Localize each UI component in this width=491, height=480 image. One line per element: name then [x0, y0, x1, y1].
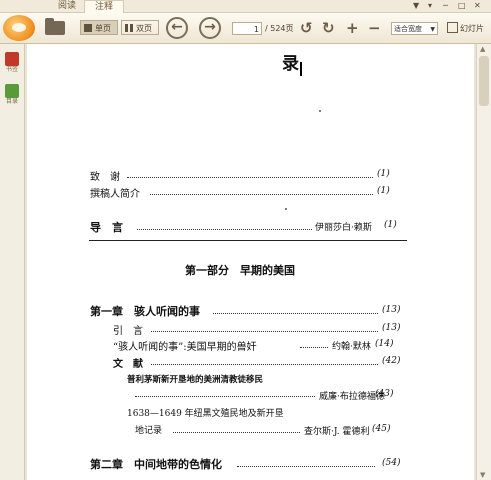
- toc-author: 约翰·默林: [332, 342, 371, 352]
- tab-annotate[interactable]: 注释: [84, 0, 124, 13]
- scan-speck: [319, 110, 321, 112]
- zoom-select-value: 适合宽度: [394, 25, 422, 33]
- sidebar-bookmarks-button[interactable]: 书签: [3, 52, 21, 74]
- toc-page-number: (13): [382, 305, 401, 315]
- rotate-left-icon[interactable]: ↺: [300, 19, 313, 37]
- leader-dots: [237, 466, 375, 467]
- maximize-icon[interactable]: □: [458, 1, 466, 11]
- zoom-select[interactable]: 适合宽度 ▼: [391, 22, 438, 35]
- scrollbar-thumb[interactable]: [479, 56, 489, 106]
- double-page-icon: [125, 24, 133, 32]
- page-title: 录: [282, 54, 299, 74]
- single-page-icon: [84, 24, 92, 32]
- toc-page-number: (1): [377, 186, 390, 196]
- single-page-button[interactable]: 单页: [80, 20, 118, 35]
- slideshow-label: 幻灯片: [460, 24, 484, 33]
- app-logo-icon[interactable]: [3, 15, 35, 41]
- toc-contributors[interactable]: 撰稿人简介: [90, 185, 140, 200]
- toc-page-number: (14): [375, 339, 394, 349]
- leader-dots: [173, 432, 300, 433]
- leader-dots: [150, 194, 373, 195]
- chevron-down-icon: ▼: [430, 26, 435, 33]
- single-page-label: 单页: [95, 24, 111, 33]
- leader-dots: [213, 313, 378, 314]
- rotate-right-icon[interactable]: ↻: [322, 19, 335, 37]
- left-sidebar: 书签 目录: [0, 44, 25, 480]
- leader-dots: [127, 177, 373, 178]
- toc-document[interactable]: 普利茅斯新开垦地的美洲清教徒移民: [127, 373, 263, 385]
- toc-acknowledgements[interactable]: 致 谢: [90, 168, 120, 183]
- skin-icon[interactable]: ▾: [428, 1, 432, 11]
- sidebar-toc-button[interactable]: 目录: [3, 84, 21, 106]
- tab-read[interactable]: 阅读: [52, 0, 82, 12]
- slideshow-button[interactable]: 幻灯片: [447, 22, 484, 35]
- toolbar: 单页 双页 ← → 1 / 524页 ↺ ↻ + − 适合宽度 ▼ 幻灯片: [0, 13, 491, 44]
- menu-dropdown-icon[interactable]: ▼: [413, 1, 419, 11]
- toc-entry[interactable]: 文 献: [113, 355, 143, 370]
- scroll-down-icon[interactable]: ▼: [480, 471, 485, 479]
- toc-document[interactable]: 1638—1649 年纽黑文殖民地及新开垦: [127, 406, 284, 419]
- title-bar: 阅读 注释 ▼ ▾ ─ □ ✕: [0, 0, 491, 13]
- document-page: 录 致 谢 (1) 撰稿人简介 (1) 导 言 伊丽莎白·赖斯 (1) 第一部分…: [27, 44, 474, 480]
- part-title: 第一部分 早期的美国: [185, 264, 295, 277]
- scroll-up-icon[interactable]: ▲: [480, 45, 485, 53]
- sidebar-toc-label: 目录: [5, 98, 18, 105]
- close-icon[interactable]: ✕: [474, 1, 481, 11]
- leader-dots: [137, 229, 312, 230]
- double-page-label: 双页: [136, 24, 152, 33]
- bookmark-icon: [5, 52, 19, 66]
- toc-page-number: (54): [382, 458, 401, 468]
- toc-author: 伊丽莎白·赖斯: [315, 223, 372, 233]
- sidebar-bookmarks-label: 书签: [5, 66, 18, 73]
- toc-page-number: (43): [375, 389, 394, 399]
- scan-speck: [285, 208, 287, 210]
- toc-page-number: (42): [382, 356, 401, 366]
- toc-entry[interactable]: 引 言: [113, 322, 143, 337]
- next-page-button[interactable]: →: [199, 17, 221, 39]
- toc-page-number: (13): [382, 323, 401, 333]
- vertical-scrollbar[interactable]: ▲ ▼: [476, 44, 491, 480]
- toc-icon: [5, 84, 19, 98]
- open-folder-icon[interactable]: [45, 18, 65, 35]
- leader-dots: [151, 364, 378, 365]
- toc-introduction[interactable]: 导 言: [90, 219, 123, 235]
- section-divider: [89, 240, 407, 241]
- previous-page-button[interactable]: ←: [166, 17, 188, 39]
- toc-page-number: (45): [372, 424, 391, 434]
- leader-dots: [135, 396, 315, 397]
- toc-entry[interactable]: “骇人听闻的事”:美国早期的兽奸: [113, 338, 257, 353]
- text-cursor: [300, 62, 302, 76]
- leader-dots: [151, 331, 378, 332]
- slideshow-icon: [447, 22, 458, 33]
- toc-document-continued: 地记录: [135, 426, 163, 436]
- page-number-input[interactable]: 1: [232, 22, 262, 35]
- zoom-in-icon[interactable]: +: [346, 19, 359, 37]
- zoom-out-icon[interactable]: −: [368, 19, 381, 37]
- arrow-right-icon: →: [204, 19, 216, 35]
- minimize-icon[interactable]: ─: [443, 1, 448, 11]
- toc-chapter-1[interactable]: 第一章 骇人听闻的事: [90, 303, 200, 319]
- toc-author: 查尔斯·J. 霍德利: [304, 427, 370, 437]
- toc-page-number: (1): [377, 169, 390, 179]
- total-pages: / 524页: [265, 24, 294, 33]
- double-page-button[interactable]: 双页: [121, 20, 159, 35]
- toc-page-number: (1): [384, 220, 397, 230]
- toc-chapter-2[interactable]: 第二章 中间地带的色情化: [90, 456, 222, 472]
- leader-dots: [300, 347, 328, 348]
- arrow-left-icon: ←: [171, 19, 183, 35]
